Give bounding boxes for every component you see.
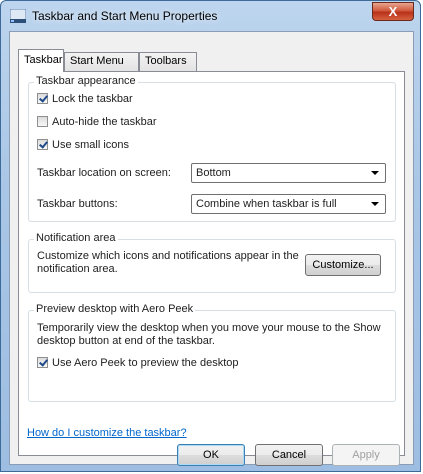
ok-button[interactable]: OK <box>177 444 245 466</box>
aero-peek-group: Preview desktop with Aero Peek Temporari… <box>28 303 396 402</box>
notification-area-title: Notification area <box>34 232 118 244</box>
small-icons-checkbox[interactable]: Use small icons <box>37 139 129 151</box>
aero-peek-label: Use Aero Peek to preview the desktop <box>52 357 239 369</box>
tab-start-menu[interactable]: Start Menu <box>64 52 139 71</box>
chevron-down-icon <box>371 171 379 175</box>
aero-peek-text: Temporarily view the desktop when you mo… <box>37 322 381 347</box>
autohide-checkbox[interactable]: Auto-hide the taskbar <box>37 116 157 128</box>
autohide-label: Auto-hide the taskbar <box>52 116 157 128</box>
taskbar-appearance-title: Taskbar appearance <box>34 75 138 87</box>
help-link[interactable]: How do I customize the taskbar? <box>27 427 187 439</box>
location-label: Taskbar location on screen: <box>37 167 171 179</box>
close-icon: X <box>388 4 398 19</box>
location-value: Bottom <box>196 167 231 179</box>
window-title: Taskbar and Start Menu Properties <box>32 9 218 23</box>
lock-taskbar-label: Lock the taskbar <box>52 93 133 105</box>
customize-button[interactable]: Customize... <box>305 254 381 276</box>
aero-peek-title: Preview desktop with Aero Peek <box>34 303 196 315</box>
small-icons-check-icon[interactable] <box>37 139 48 150</box>
tab-toolbars[interactable]: Toolbars <box>139 52 197 71</box>
buttons-select[interactable]: Combine when taskbar is full <box>191 194 386 214</box>
tab-taskbar[interactable]: Taskbar <box>18 49 64 72</box>
lock-taskbar-checkbox[interactable]: Lock the taskbar <box>37 93 133 105</box>
taskbar-icon <box>10 9 26 23</box>
dialog-client: Taskbar Start Menu Toolbars Taskbar appe… <box>9 31 414 465</box>
small-icons-label: Use small icons <box>52 139 130 151</box>
taskbar-appearance-group: Taskbar appearance Lock the taskbar Auto… <box>28 75 396 222</box>
buttons-label: Taskbar buttons: <box>37 198 118 210</box>
cancel-button[interactable]: Cancel <box>255 444 323 466</box>
properties-window: Taskbar and Start Menu Properties X Task… <box>0 0 421 472</box>
location-select[interactable]: Bottom <box>191 163 386 183</box>
title-bar[interactable]: Taskbar and Start Menu Properties X <box>1 1 420 31</box>
taskbar-tab-panel: Taskbar appearance Lock the taskbar Auto… <box>18 71 405 456</box>
aero-peek-check-icon[interactable] <box>37 357 48 368</box>
close-button[interactable]: X <box>372 2 414 21</box>
aero-peek-checkbox[interactable]: Use Aero Peek to preview the desktop <box>37 357 239 369</box>
buttons-value: Combine when taskbar is full <box>196 198 337 210</box>
notification-area-group: Notification area Customize which icons … <box>28 232 396 293</box>
autohide-check-icon[interactable] <box>37 116 48 127</box>
chevron-down-icon <box>371 202 379 206</box>
notification-area-text: Customize which icons and notifications … <box>37 250 299 275</box>
lock-taskbar-check-icon[interactable] <box>37 93 48 104</box>
apply-button[interactable]: Apply <box>332 444 400 466</box>
